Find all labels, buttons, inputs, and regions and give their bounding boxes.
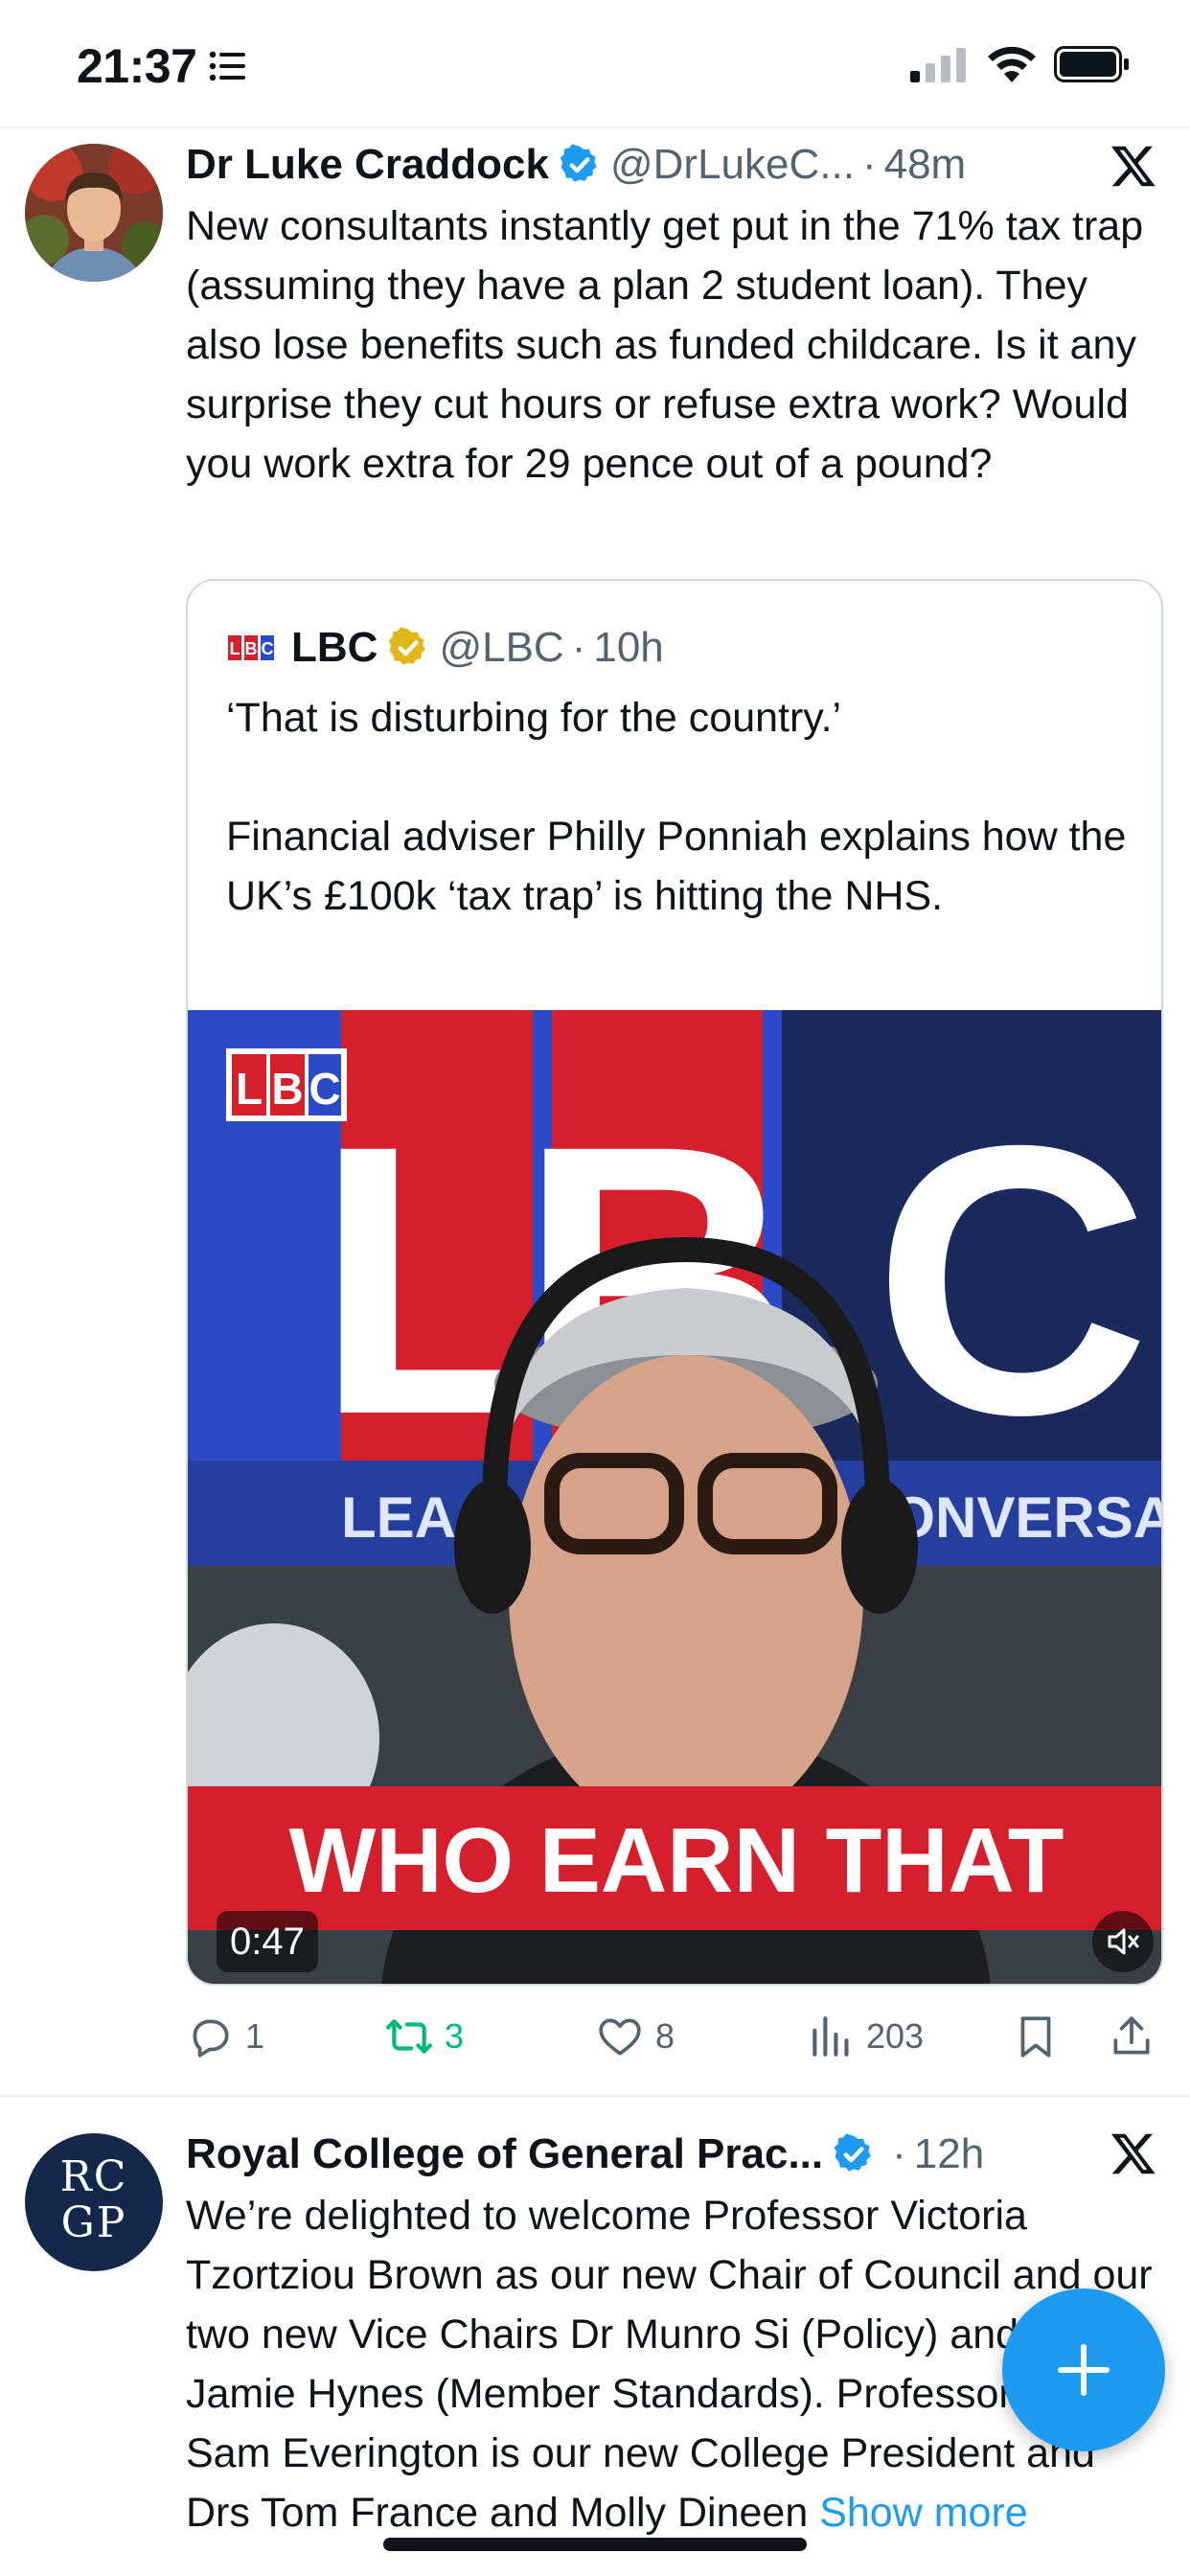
share-icon: [1113, 2016, 1150, 2055]
tweet-header: Dr Luke Craddock @DrLukeC... · 48m: [186, 136, 966, 194]
bookmark-icon: [1020, 2016, 1051, 2058]
heart-icon: [599, 2018, 641, 2056]
muted-speaker-icon: [1108, 1928, 1139, 1955]
lbc-avatar-icon[interactable]: L B C: [228, 635, 274, 660]
like-count: 8: [655, 2016, 675, 2056]
video-logo-letter: B: [271, 1064, 303, 1114]
quoted-tweet-time[interactable]: 10h: [593, 624, 663, 672]
wifi-icon: [988, 46, 1036, 82]
reply-icon: [193, 2019, 229, 2058]
video-frame: L B C LEA CONVERSATI WHO EARN THAT: [188, 1010, 1161, 1984]
video-logo-letter: L: [236, 1064, 263, 1114]
signal-icon: [910, 48, 966, 82]
svg-text:B: B: [245, 639, 258, 658]
show-more-link[interactable]: Show more: [819, 2490, 1027, 2536]
view-count: 203: [866, 2016, 925, 2056]
video-player[interactable]: L B C LEA CONVERSATI WHO EARN THAT: [188, 1010, 1161, 1984]
author-name[interactable]: Royal College of General Prac...: [186, 2130, 823, 2178]
repost-icon: [386, 2019, 432, 2054]
author-handle[interactable]: @DrLukeC...: [610, 141, 855, 189]
tweet-time[interactable]: 12h: [914, 2130, 984, 2178]
separator-dot: ·: [861, 141, 877, 188]
status-bar: 21:37: [0, 0, 1190, 126]
home-indicator[interactable]: [383, 2538, 807, 2551]
avatar[interactable]: [25, 144, 163, 282]
avatar[interactable]: RC GP: [25, 2133, 163, 2271]
tweet-time[interactable]: 48m: [884, 141, 967, 189]
tweet-header: Royal College of General Prac... · 12h: [186, 2126, 984, 2183]
quoted-tweet[interactable]: L B C LBC @LBC · 10h ‘That is disturbing…: [186, 579, 1163, 1986]
svg-text:L: L: [230, 639, 240, 658]
quoted-author-name[interactable]: LBC: [291, 624, 378, 672]
tweet-text: New consultants instantly get put in the…: [186, 203, 1144, 487]
separator-dot: ·: [892, 2130, 906, 2177]
list-icon: [209, 51, 245, 81]
like-button[interactable]: 8: [596, 2003, 675, 2070]
verified-badge-icon: [834, 2133, 871, 2172]
views-button[interactable]: 203: [807, 2003, 924, 2070]
video-duration: 0:47: [217, 1911, 318, 1972]
quoted-author-handle[interactable]: @LBC: [439, 624, 563, 672]
reply-count: 1: [245, 2016, 265, 2056]
divider: [0, 126, 1190, 128]
x-logo-icon[interactable]: [1110, 2129, 1157, 2177]
divider: [0, 2095, 1190, 2097]
mute-button[interactable]: [1092, 1911, 1154, 1972]
video-caption: WHO EARN THAT: [289, 1809, 1064, 1912]
x-logo-icon[interactable]: [1110, 142, 1157, 190]
compose-button[interactable]: [1002, 2288, 1165, 2451]
verified-badge-icon: [560, 144, 597, 182]
quoted-tweet-header: L B C LBC @LBC · 10h: [228, 619, 664, 677]
svg-text:C: C: [874, 1066, 1151, 1494]
bookmark-button[interactable]: [1012, 2003, 1071, 2070]
reply-button[interactable]: 1: [186, 2003, 264, 2070]
svg-text:C: C: [262, 639, 274, 658]
views-chart-icon: [812, 2016, 849, 2057]
status-time: 21:37: [77, 39, 197, 93]
svg-text:L: L: [315, 1066, 549, 1494]
battery-icon: [1054, 46, 1129, 82]
avatar-logo-text: RC GP: [59, 2152, 128, 2247]
gold-verified-badge-icon: [389, 627, 426, 665]
video-tagline: LEA: [341, 1485, 456, 1550]
plus-icon: [1058, 2344, 1110, 2396]
repost-count: 3: [445, 2016, 465, 2056]
repost-button[interactable]: 3: [385, 2003, 464, 2070]
quoted-tweet-text: ‘That is disturbing for the country.’ Fi…: [226, 695, 1127, 919]
video-logo-letter: C: [309, 1064, 340, 1114]
share-button[interactable]: [1108, 2003, 1167, 2070]
author-name[interactable]: Dr Luke Craddock: [186, 141, 549, 189]
tweet-action-bar: 1 3 8 203: [186, 2003, 1163, 2070]
separator-dot: ·: [571, 624, 586, 671]
